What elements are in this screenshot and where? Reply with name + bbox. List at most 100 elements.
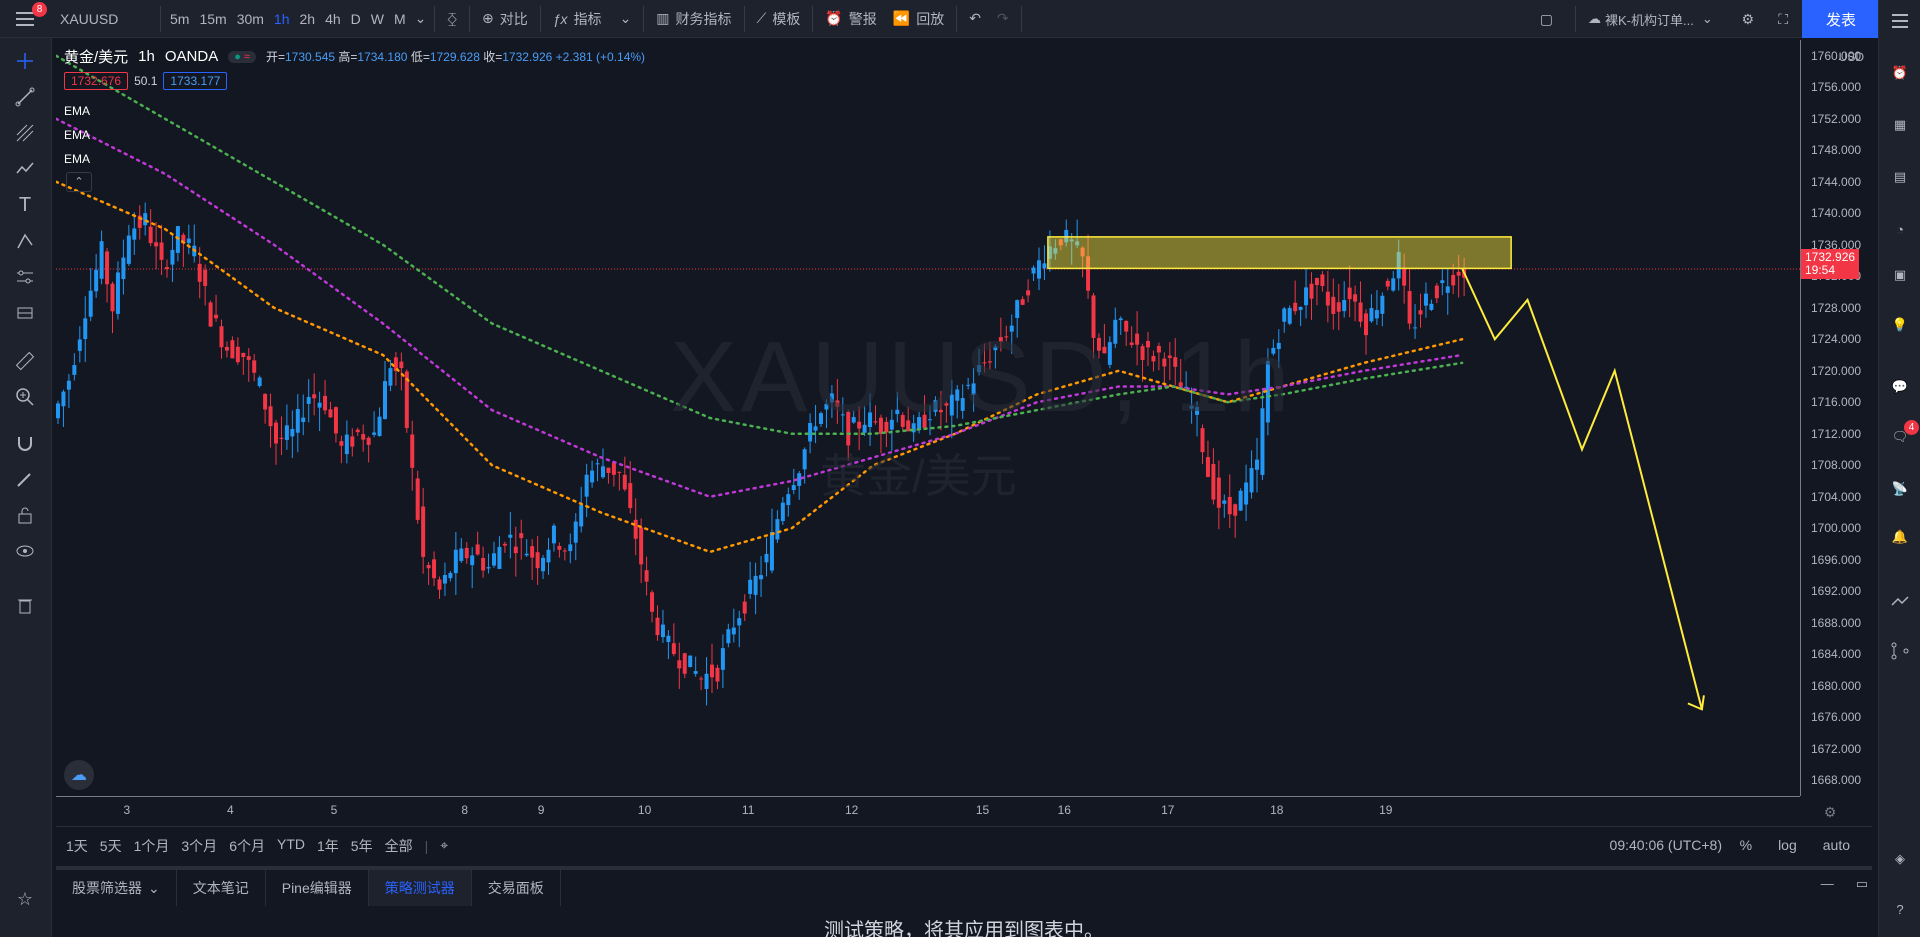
crosshair-tool[interactable] <box>12 48 38 74</box>
range-button[interactable]: 6个月 <box>229 836 265 856</box>
alert-button[interactable]: ⏰ 警报 <box>817 0 884 38</box>
time-axis[interactable]: 3 4 5 8 9 10 11 12 15 16 17 18 19 ⚙ <box>56 796 1836 824</box>
panel-tab[interactable]: 策略测试器 <box>368 870 472 906</box>
fib-tool[interactable] <box>12 120 38 146</box>
candle-body <box>399 361 404 369</box>
maximize-panel-button[interactable]: ▭ <box>1856 876 1868 892</box>
candle-body <box>502 543 507 546</box>
prediction-tool[interactable] <box>12 264 38 290</box>
layout-select-button[interactable]: ▢ <box>1532 0 1561 38</box>
lock-tool[interactable] <box>12 502 38 528</box>
interval-5m[interactable]: 5m <box>165 0 194 38</box>
minimize-panel-button[interactable]: — <box>1821 876 1834 892</box>
chart-type-button[interactable]: ⧰ <box>439 0 465 38</box>
candle-body <box>1364 313 1368 336</box>
indicators-button[interactable]: ƒx 指标 ⌄ <box>545 0 640 38</box>
magnet-tool[interactable] <box>12 430 38 456</box>
indicator-legend-ema[interactable]: EMA <box>64 152 90 166</box>
chats-button[interactable]: 💬 <box>1887 374 1913 400</box>
interval-4h[interactable]: 4h <box>320 0 346 38</box>
indicator-legend-ema[interactable]: EMA <box>64 128 90 142</box>
layers-button[interactable]: ◈ <box>1887 846 1913 872</box>
ask-button[interactable]: 1733.177 <box>163 72 228 90</box>
redo-button[interactable]: ↷ <box>989 0 1017 38</box>
chat-icon: 💬 <box>1891 379 1909 394</box>
replay-button[interactable]: ⏪ 回放 <box>885 0 952 38</box>
cloud-sync-button[interactable]: ☁ <box>64 760 94 790</box>
trading-button[interactable] <box>1887 588 1913 614</box>
timezone-clock[interactable]: 09:40:06 (UTC+8) <box>1610 837 1722 853</box>
ideas-button[interactable]: 💡 <box>1887 312 1913 338</box>
publish-button[interactable]: 发表 <box>1802 0 1880 38</box>
data-window-button[interactable]: ▦ <box>1887 112 1913 138</box>
log-scale-toggle[interactable]: log <box>1778 837 1797 853</box>
pattern-tool[interactable] <box>12 156 38 182</box>
candle-body <box>584 474 589 497</box>
icons-tool[interactable] <box>12 300 38 326</box>
range-button[interactable]: 5年 <box>351 836 373 856</box>
interval-2h[interactable]: 2h <box>295 0 321 38</box>
percent-scale-toggle[interactable]: % <box>1740 837 1752 853</box>
watchlist-button[interactable] <box>1887 8 1913 34</box>
goto-date-button[interactable]: ⌖ <box>440 837 460 854</box>
interval-1h[interactable]: 1h <box>269 0 295 38</box>
object-tree-button[interactable] <box>1887 638 1913 664</box>
favorites-tool[interactable]: ☆ <box>12 886 38 912</box>
axis-settings-button[interactable]: ⚙ <box>1800 801 1860 823</box>
trendline-tool[interactable] <box>12 84 38 110</box>
panel-tab[interactable]: 交易面板 <box>472 870 561 906</box>
symbol-search-button[interactable]: XAUUSD <box>52 0 156 38</box>
interval-D[interactable]: D <box>346 0 366 38</box>
range-button[interactable]: 3个月 <box>181 836 217 856</box>
panel-tab[interactable]: 股票筛选器 ⌄ <box>56 870 177 906</box>
auto-scale-toggle[interactable]: auto <box>1823 837 1850 853</box>
private-chats-button[interactable]: 🗨 4 <box>1887 420 1919 450</box>
range-button[interactable]: 全部 <box>385 836 413 856</box>
fullscreen-button[interactable]: ⛶ <box>1770 0 1796 38</box>
collapse-legend-button[interactable]: ⌃ <box>66 172 92 192</box>
range-button[interactable]: 5天 <box>100 836 122 856</box>
hide-drawings-tool[interactable] <box>12 538 38 564</box>
measure-tool[interactable] <box>12 348 38 374</box>
hotlists-button[interactable]: ◔ <box>1887 216 1913 242</box>
panel-tab[interactable]: 文本笔记 <box>177 870 266 906</box>
alerts-button[interactable]: ⏰ <box>1887 60 1913 86</box>
market-status-badge[interactable]: ● ≈ <box>228 50 256 63</box>
streams-button[interactable]: 📡 <box>1887 476 1913 502</box>
candle-body <box>83 318 88 340</box>
remove-drawings-tool[interactable] <box>12 592 38 618</box>
financials-button[interactable]: ▥ 财务指标 <box>648 0 739 38</box>
calendar-button[interactable]: ▣ <box>1887 262 1913 288</box>
zoom-tool[interactable] <box>12 384 38 410</box>
interval-15m[interactable]: 15m <box>194 0 231 38</box>
path-tool[interactable] <box>12 228 38 254</box>
range-button[interactable]: 1年 <box>317 836 339 856</box>
undo-button[interactable]: ↶ <box>961 0 989 38</box>
main-menu-button[interactable]: 8 <box>0 0 52 38</box>
bid-button[interactable]: 1732.676 <box>64 72 129 90</box>
drawing-mode-tool[interactable] <box>12 466 38 492</box>
trend-icon <box>1891 596 1909 606</box>
range-button[interactable]: 1天 <box>66 836 88 856</box>
interval-selector: 5m 15m 30m 1h 2h 4h D W M <box>165 0 411 38</box>
text-tool[interactable]: T <box>12 192 38 218</box>
price-axis[interactable]: 1760.000 1756.000 1752.000 1748.000 1744.000… <box>1800 40 1872 796</box>
candle-body <box>677 660 682 669</box>
help-button[interactable]: ? <box>1887 896 1913 922</box>
candle-body <box>263 393 268 410</box>
templates-button[interactable]: ⟋ 模板 <box>749 0 809 38</box>
redo-icon: ↷ <box>996 10 1009 26</box>
interval-dropdown-button[interactable]: ⌄ <box>411 0 431 38</box>
range-button[interactable]: YTD <box>277 836 305 856</box>
panel-tab[interactable]: Pine编辑器 <box>266 870 369 906</box>
settings-button[interactable]: ⚙ <box>1733 0 1762 38</box>
indicator-legend-ema[interactable]: EMA <box>64 104 90 118</box>
interval-M[interactable]: M <box>389 0 411 38</box>
compare-button[interactable]: ⊕ 对比 <box>474 0 536 38</box>
interval-30m[interactable]: 30m <box>232 0 269 38</box>
notifications-button[interactable]: 🔔 <box>1887 524 1913 550</box>
saved-layout-button[interactable]: ☁ 裸K-机构订单... ⌄ <box>1580 0 1728 38</box>
range-button[interactable]: 1个月 <box>134 836 170 856</box>
news-button[interactable]: ▤ <box>1887 164 1913 190</box>
interval-W[interactable]: W <box>366 0 389 38</box>
